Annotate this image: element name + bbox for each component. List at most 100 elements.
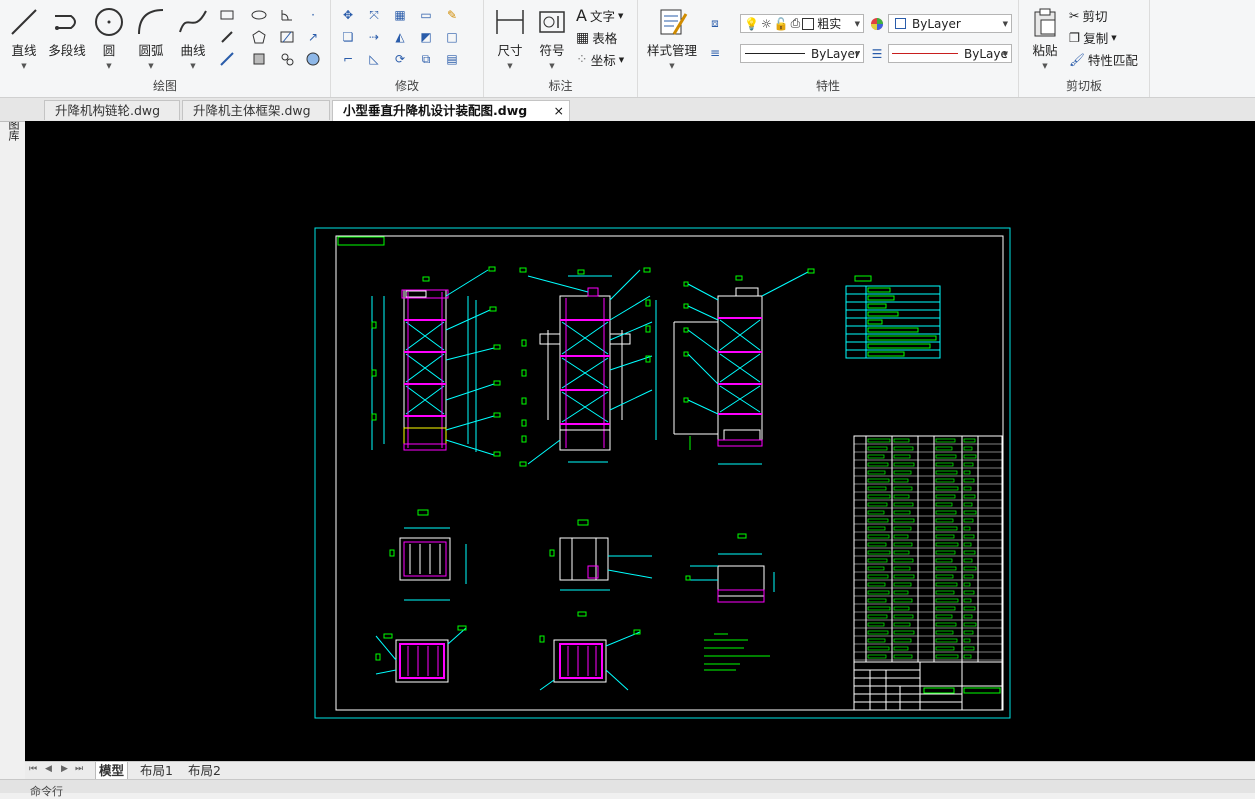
color-wheel-icon[interactable] (868, 15, 886, 33)
curve-button[interactable]: 曲线 ▼ (174, 6, 212, 70)
text-label: 文字 (589, 9, 615, 24)
point-icon[interactable]: · (304, 6, 322, 24)
chamfer-icon[interactable]: ◺ (365, 50, 383, 68)
rotate-icon[interactable]: ⟳ (391, 50, 409, 68)
bom-cell-text (893, 654, 913, 659)
layout-tab-1[interactable]: 布局1 (137, 762, 176, 779)
stretch-icon[interactable]: □ (443, 28, 461, 46)
bom-cell-text (963, 486, 972, 491)
match-properties-button[interactable]: 🖌 特性匹配 (1069, 50, 1138, 69)
dimension-button[interactable]: 尺寸 ▼ (490, 6, 530, 70)
bom-cell-text (963, 518, 974, 523)
cad-drawing (314, 227, 1011, 719)
bom-cell-text (963, 502, 973, 507)
layer-select[interactable]: 💡 ☼ 🔓 ⎙ 粗实 ▼ (740, 14, 864, 33)
coordinate-button[interactable]: ⁘ 坐标 ▼ (576, 50, 624, 69)
close-icon[interactable]: × (554, 101, 564, 121)
tab-document-active[interactable]: 小型垂直升降机设计装配图.dwg × (332, 100, 570, 122)
linetype-select[interactable]: ByLayer ▼ (740, 44, 864, 63)
brush-icon: 🖌 (1069, 51, 1085, 67)
region-icon[interactable] (250, 50, 268, 68)
polygon-icon[interactable] (250, 28, 268, 46)
angle-icon[interactable] (278, 6, 296, 24)
construction-line-icon[interactable] (218, 50, 236, 68)
bom-cell-text (867, 446, 888, 451)
drawing-canvas[interactable] (25, 121, 1255, 761)
arrow-icon[interactable]: ↗ (304, 28, 322, 46)
bom-cell-text (935, 598, 959, 603)
bom-cell-text (963, 526, 971, 531)
bom-cell-text (867, 542, 887, 547)
copy-object-icon[interactable]: ❏ (339, 28, 357, 46)
copy-label: 复制 (1083, 31, 1109, 46)
bom-cell-text (893, 566, 911, 571)
tab-label: 小型垂直升降机设计装配图.dwg (343, 103, 528, 118)
tab-document-1[interactable]: 升降机构链轮.dwg (44, 100, 180, 120)
move-icon[interactable]: ✥ (339, 6, 357, 24)
command-line[interactable]: 命令行 (0, 779, 1255, 798)
bom-cell-text (935, 518, 954, 523)
chevron-down-icon: ▼ (1111, 33, 1117, 42)
properties-edit-icon[interactable]: ▤ (443, 50, 461, 68)
erase-icon[interactable]: ✎ (443, 6, 461, 24)
prev-page-icon[interactable]: ◀ (45, 764, 52, 774)
scale-icon[interactable]: ◩ (417, 28, 435, 46)
first-page-icon[interactable]: ⏮ (29, 764, 37, 774)
bom-cell-text (963, 550, 976, 555)
bom-cell-text (893, 558, 914, 563)
bom-cell-text (893, 534, 909, 539)
symbol-button[interactable]: 符号 ▼ (534, 6, 570, 70)
copy-icon: ❐ (1069, 30, 1081, 45)
bom-cell-text (867, 582, 886, 587)
hatch-icon[interactable] (278, 28, 296, 46)
bom-cell-text (893, 502, 914, 507)
explode-icon[interactable]: ⧉ (417, 50, 435, 68)
paste-button[interactable]: 粘贴 ▼ (1025, 6, 1065, 70)
arc-button[interactable]: 圆弧 ▼ (132, 6, 170, 70)
circle-button[interactable]: 圆 ▼ (92, 6, 126, 70)
bom-cell-text (935, 494, 956, 499)
bom-cell-text (963, 494, 976, 499)
lineweight-list-icon[interactable]: ≡ (706, 44, 724, 62)
bom-cell-text (893, 646, 909, 651)
bom-cell-text (963, 638, 971, 643)
bom-cell-text (963, 630, 974, 635)
layout-tab-model[interactable]: 模型 (95, 762, 129, 780)
bom-cell-text (867, 646, 890, 651)
bom-cell-text (893, 598, 913, 603)
layer-manager-icon[interactable]: ⧈ (706, 14, 724, 32)
polyline-button[interactable]: 多段线 (44, 6, 90, 59)
text-button[interactable]: A 文字 ▼ (576, 6, 623, 25)
bom-cell-text (935, 566, 957, 571)
extend-icon[interactable]: ⇢ (365, 28, 383, 46)
array-icon[interactable]: ▦ (391, 6, 409, 24)
tab-document-2[interactable]: 升降机主体框架.dwg (182, 100, 330, 120)
sphere-icon[interactable] (304, 50, 322, 68)
mirror-icon[interactable]: ◭ (391, 28, 409, 46)
rectangle-icon[interactable] (218, 6, 236, 24)
pen-icon[interactable] (218, 28, 236, 46)
table-button[interactable]: ▦ 表格 (576, 28, 617, 47)
fillet-icon[interactable]: ⌐ (339, 50, 357, 68)
offset-icon[interactable]: ▭ (417, 6, 435, 24)
block-icon[interactable] (278, 50, 296, 68)
last-page-icon[interactable]: ⏭ (75, 764, 83, 774)
line-button[interactable]: 直线 ▼ (6, 6, 42, 70)
color-select[interactable]: ByLayer ▼ (888, 14, 1012, 33)
bom-cell-text (867, 478, 890, 483)
cut-button[interactable]: ✂ 剪切 (1069, 6, 1108, 25)
lineweight-select[interactable]: ByLaye ▼ (888, 44, 1012, 63)
bom-cell-text (867, 510, 885, 515)
symbol-icon (539, 11, 565, 33)
modify-panel: ✥ ⤧ ▦ ▭ ✎ ❏ ⇢ ◭ ◩ □ ⌐ ◺ ⟳ ⧉ ▤ 修改 (331, 0, 484, 97)
copy-button[interactable]: ❐ 复制 ▼ (1069, 28, 1117, 47)
style-manager-label: 样式管理 (646, 43, 697, 58)
layout-tab-2[interactable]: 布局2 (185, 762, 224, 779)
style-manager-button[interactable]: 样式管理 ▼ (644, 6, 700, 70)
ellipse-icon[interactable] (250, 6, 268, 24)
next-page-icon[interactable]: ▶ (61, 764, 68, 774)
linetype-scale-icon[interactable]: ☰ (868, 45, 886, 63)
properties-panel: 样式管理 ▼ ⧈ ≡ 💡 ☼ 🔓 ⎙ 粗实 ▼ ByLayer ▼ ByLaye… (638, 0, 1019, 97)
trim-icon[interactable]: ⤧ (365, 6, 383, 24)
bom-cell-text (935, 470, 958, 475)
